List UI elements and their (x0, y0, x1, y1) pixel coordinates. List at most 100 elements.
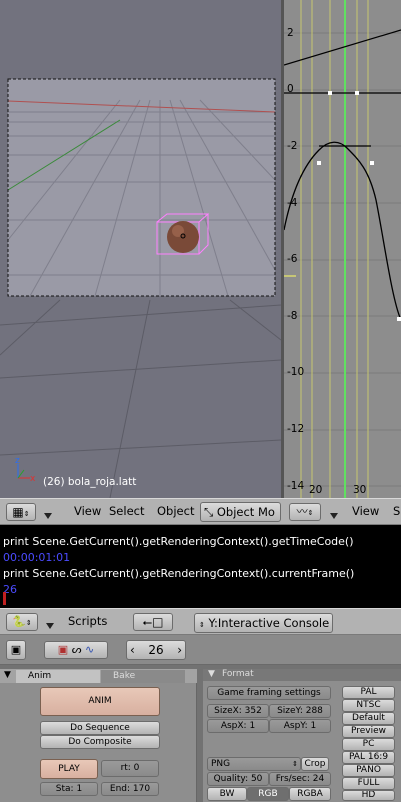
x-tick: 30 (353, 484, 367, 496)
ipo-header: 〰⇕ View S (281, 498, 401, 525)
format-collapse-icon[interactable]: ▼ (208, 669, 215, 679)
y-tick: -4 (287, 197, 298, 209)
updown-icon: ⇕ (292, 760, 298, 768)
preset-preview[interactable]: Preview (342, 725, 395, 738)
console-line: 26 (3, 583, 17, 596)
console-select[interactable]: ⇕ Y:Interactive Console (194, 613, 333, 633)
arrow-left-icon: ⭠ (142, 615, 153, 629)
preset-full[interactable]: FULL (342, 777, 395, 790)
sizex-field[interactable]: SizeX: 352 (207, 704, 269, 718)
y-tick: -2 (287, 140, 298, 152)
collapse-menu-icon[interactable] (44, 509, 52, 522)
y-tick: -12 (287, 423, 305, 435)
y-tick: 2 (287, 27, 294, 39)
game-framing-button[interactable]: Game framing settings (207, 686, 331, 700)
aspy-field[interactable]: AspY: 1 (269, 719, 331, 733)
frame-number: 26 (148, 643, 164, 657)
end-frame-field[interactable]: End: 170 (101, 782, 159, 796)
tab-anim[interactable]: Anim (16, 670, 100, 683)
do-sequence-toggle[interactable]: Do Sequence (40, 721, 160, 735)
axis-x-label: x (30, 474, 36, 484)
rt-field[interactable]: rt: 0 (101, 760, 159, 777)
file-format-select[interactable]: PNG ⇕ (207, 757, 301, 771)
format-title: Format (222, 669, 254, 679)
frame-number-field[interactable]: ‹ 26 › (126, 640, 186, 660)
anim-panel: ▼ Anim Bake ANIM Do Sequence Do Composit… (0, 669, 197, 802)
crop-toggle[interactable]: Crop (301, 757, 329, 771)
y-tick: -10 (287, 366, 305, 378)
updown-icon: ⇕ (199, 621, 205, 629)
menu-object[interactable]: Object (157, 504, 194, 518)
preset-default[interactable]: Default (342, 712, 395, 725)
preset-pal169[interactable]: PAL 16:9 (342, 751, 395, 764)
ipo-menu-select[interactable]: S (393, 504, 400, 518)
y-tick: -14 (287, 480, 305, 492)
format-panel-header: ▼ Format (203, 669, 401, 681)
ipo-menu-view[interactable]: View (352, 504, 379, 518)
script-link-buttons[interactable]: ⭠□ (133, 613, 173, 631)
console-header: 🐍⇕ Scripts ⭠□ ⇕ Y:Interactive Console (0, 608, 401, 635)
menu-scripts[interactable]: Scripts (68, 614, 107, 628)
3d-viewport[interactable]: z x (26) bola_roja.latt (0, 0, 281, 498)
console-collapse-menu-icon[interactable] (46, 619, 54, 632)
preset-pano[interactable]: PANO (342, 764, 395, 777)
rgba-toggle[interactable]: RGBA (289, 787, 331, 801)
y-tick: 0 (287, 83, 294, 95)
play-button[interactable]: PLAY (40, 759, 98, 779)
aspx-field[interactable]: AspX: 1 (207, 719, 269, 733)
window-icon: □ (152, 615, 164, 629)
preset-pc[interactable]: PC (342, 738, 395, 751)
3d-view-header: ▦⇕ View Select Object ⤡ Object Mo (0, 498, 281, 525)
preset-hd[interactable]: HD (342, 790, 395, 801)
preset-pal[interactable]: PAL (342, 686, 395, 699)
decrement-icon: ‹ (130, 643, 135, 657)
format-panel: ▼ Format Game framing settings SizeX: 35… (203, 669, 401, 802)
menu-view[interactable]: View (74, 504, 101, 518)
rgb-toggle[interactable]: RGB (247, 787, 289, 801)
do-composite-toggle[interactable]: Do Composite (40, 735, 160, 749)
anim-icon: ᔕ (71, 643, 82, 656)
sequencer-icon: ∿ (85, 643, 95, 656)
bw-toggle[interactable]: BW (207, 787, 247, 801)
preset-ntsc[interactable]: NTSC (342, 699, 395, 712)
anim-panel-tabs: ▼ Anim Bake (0, 669, 197, 683)
editor-type-button[interactable]: ▦⇕ (6, 503, 36, 521)
object-mode-icon: ⤡ (204, 505, 214, 519)
buttons-window: ▣ ▣ ᔕ ∿ ‹ 26 › ▼ Anim Bake ANIM Do Seque… (0, 635, 401, 802)
start-frame-field[interactable]: Sta: 1 (40, 782, 98, 796)
render-context-buttons[interactable]: ▣ ᔕ ∿ (44, 641, 108, 659)
console-select-label: Y:Interactive Console (208, 616, 330, 630)
python-console[interactable]: print Scene.GetCurrent().getRenderingCon… (0, 525, 401, 608)
console-line: 00:00:01:01 (3, 551, 71, 564)
menu-select[interactable]: Select (109, 504, 144, 518)
mode-select[interactable]: ⤡ Object Mo (200, 502, 281, 522)
buttons-header: ▣ ▣ ᔕ ∿ ‹ 26 › (0, 635, 401, 665)
console-editor-type-button[interactable]: 🐍⇕ (6, 613, 38, 631)
viewport-grid (0, 0, 281, 498)
python-snake-icon: 🐍 (12, 615, 26, 628)
ipo-curve-icon: 〰 (296, 505, 308, 518)
console-line: print Scene.GetCurrent().getRenderingCon… (3, 535, 354, 548)
tab-bake[interactable]: Bake (101, 670, 185, 683)
mode-select-label: Object Mo (216, 505, 275, 519)
console-line: print Scene.GetCurrent().getRenderingCon… (3, 567, 355, 580)
sizey-field[interactable]: SizeY: 288 (269, 704, 331, 718)
console-cursor (3, 592, 6, 605)
ipo-editor-type-button[interactable]: 〰⇕ (289, 503, 321, 521)
y-tick: -6 (287, 253, 298, 265)
active-object-label: (26) bola_roja.latt (43, 476, 137, 488)
file-format-label: PNG (211, 759, 231, 769)
quality-field[interactable]: Quality: 50 (207, 772, 269, 786)
render-icon: ▣ (57, 643, 69, 656)
axis-z-label: z (15, 456, 20, 466)
y-tick: -8 (287, 310, 298, 322)
panel-collapse-icon[interactable]: ▼ (4, 670, 11, 680)
fps-field[interactable]: Frs/sec: 24 (269, 772, 331, 786)
increment-icon: › (177, 643, 182, 657)
grid-icon: ▦ (12, 505, 24, 519)
ipo-collapse-menu-icon[interactable] (330, 509, 338, 522)
x-tick: 20 (309, 484, 323, 496)
image-icon[interactable]: ▣ (6, 640, 26, 660)
ipo-curve-editor[interactable]: 2 0 -2 -4 -6 -8 -10 -12 -14 20 30 (281, 0, 401, 498)
anim-button[interactable]: ANIM (40, 687, 160, 716)
